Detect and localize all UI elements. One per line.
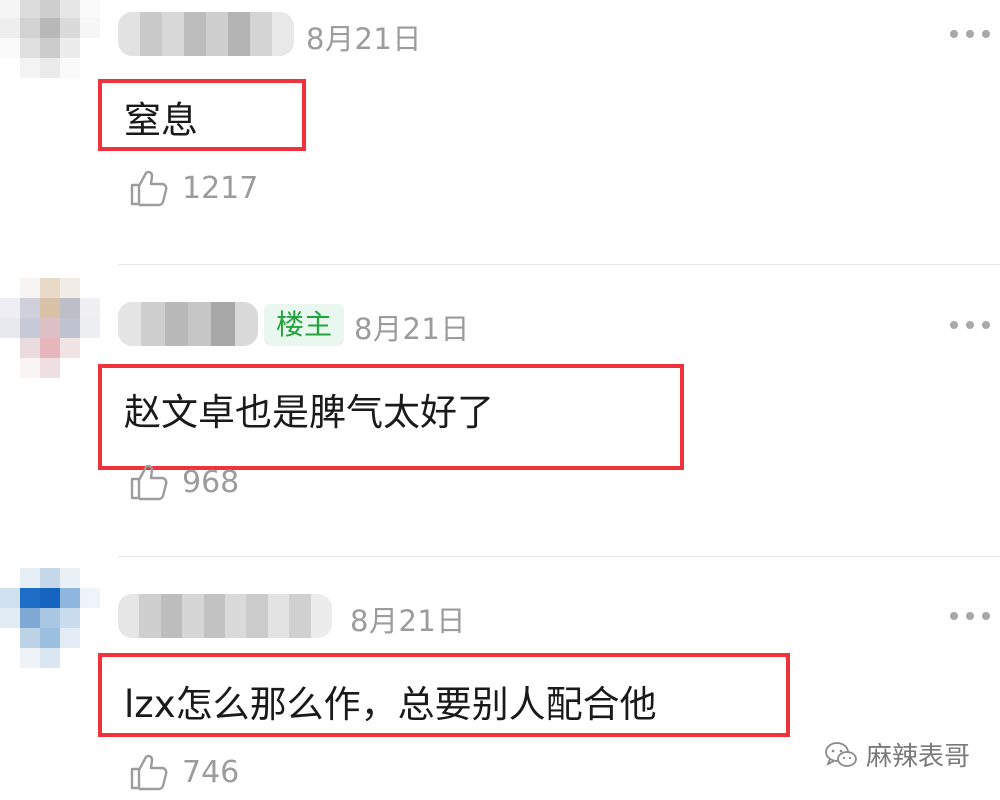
watermark-text: 麻辣表哥 (865, 742, 970, 772)
like-count: 1217 (182, 170, 259, 206)
comment-text: 赵文卓也是脾气太好了 (124, 391, 494, 434)
thumbs-up-icon (130, 464, 168, 501)
like-count: 746 (182, 754, 240, 790)
wechat-icon (825, 741, 857, 767)
comment-text: lzx怎么那么作，总要别人配合他 (124, 683, 657, 726)
comment-text: 窒息 (124, 99, 198, 142)
like-button[interactable]: 1217 (128, 168, 258, 208)
comment-date: 8月21日 (306, 22, 422, 56)
comment-date: 8月21日 (350, 604, 466, 638)
more-dots-icon[interactable] (950, 610, 990, 622)
watermark: 麻辣表哥 (824, 736, 970, 773)
like-count: 968 (182, 464, 240, 500)
avatar[interactable] (0, 278, 100, 378)
host-badge: 楼主 (264, 304, 345, 346)
username-blurred[interactable] (118, 12, 294, 56)
avatar[interactable] (0, 568, 100, 668)
divider (118, 556, 1000, 557)
more-dots-icon[interactable] (950, 28, 990, 40)
comment-date: 8月21日 (354, 312, 470, 346)
username-blurred[interactable] (118, 594, 332, 638)
divider (118, 264, 1000, 265)
more-dots-icon[interactable] (950, 319, 990, 331)
thumbs-up-icon (130, 170, 168, 207)
thumbs-up-icon (130, 754, 168, 791)
username-blurred[interactable] (118, 302, 258, 346)
avatar[interactable] (0, 0, 100, 78)
like-button[interactable]: 746 (128, 752, 239, 792)
like-button[interactable]: 968 (128, 462, 239, 502)
